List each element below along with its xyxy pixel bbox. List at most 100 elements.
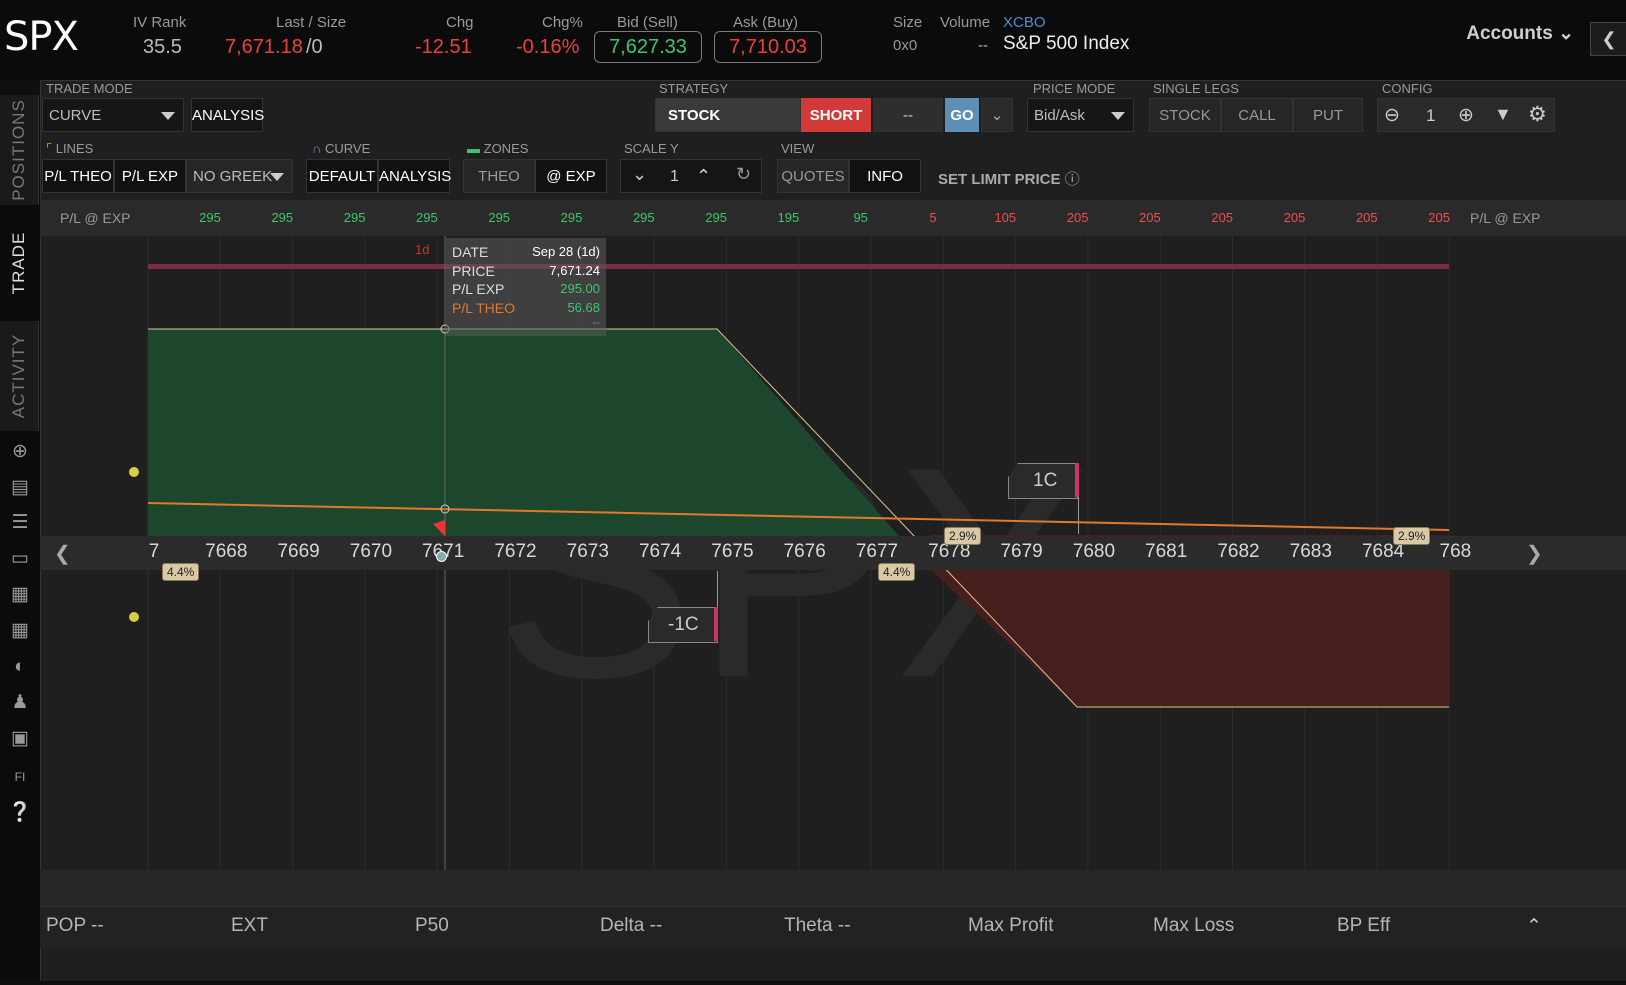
go-button[interactable]: GO <box>945 98 979 132</box>
price-tick: 7672 <box>494 541 537 562</box>
curve-default-button[interactable]: DEFAULT <box>306 159 378 193</box>
cursor-handle[interactable] <box>436 551 447 562</box>
tab-positions[interactable]: POSITIONS <box>0 95 39 205</box>
set-limit-price[interactable]: SET LIMIT PRICE ⓘ <box>938 168 1080 189</box>
scale-up-icon[interactable]: ⌃ <box>696 166 711 187</box>
reset-icon[interactable]: ↻ <box>736 164 751 185</box>
greek-dropdown[interactable]: NO GREEK <box>186 159 293 193</box>
price-axis-row[interactable]: 7766876697670767176727673767476757676767… <box>40 536 1626 570</box>
accounts-menu[interactable]: Accounts ⌄ <box>1466 22 1574 45</box>
chevron-down-icon: ⌄ <box>990 107 1004 124</box>
pl-exp-button[interactable]: P/L EXP <box>114 159 186 193</box>
gauge-icon[interactable]: ◐ <box>8 655 32 679</box>
leg-short-label: -1C <box>668 614 699 635</box>
leg-put-button[interactable]: PUT <box>1293 98 1363 132</box>
config-label: CONFIG <box>1382 81 1433 96</box>
price-tick: 7677 <box>855 541 899 562</box>
delta-stat: Delta -- <box>600 915 663 936</box>
price-tick: 7673 <box>566 541 609 562</box>
lines-label: ⌜ LINES <box>46 141 93 157</box>
tooltip-plexp-label: P/L EXP <box>452 281 505 297</box>
tv-icon[interactable]: ▭ <box>8 547 32 571</box>
analysis-button[interactable]: ANALYSIS <box>191 98 264 132</box>
pl-value: 205 <box>1283 210 1306 225</box>
price-mode-dropdown[interactable]: Bid/Ask <box>1027 98 1134 132</box>
pl-value: 205 <box>1139 210 1161 225</box>
accounts-label: Accounts <box>1466 23 1553 44</box>
chg-label: Chg <box>446 14 474 31</box>
short-button[interactable]: SHORT <box>801 98 871 132</box>
trade-mode-dropdown[interactable]: CURVE <box>42 98 184 132</box>
dashboard-icon[interactable]: ▦ <box>8 619 32 643</box>
zones-theo-button[interactable]: THEO <box>463 159 535 193</box>
pl-row-label-right: P/L @ EXP <box>1470 210 1541 226</box>
ask-button[interactable]: 7,710.03 <box>714 31 822 63</box>
bid-button[interactable]: 7,627.33 <box>594 31 702 63</box>
pl-value: 295 <box>271 210 294 225</box>
price-tick: 7680 <box>1072 541 1116 562</box>
chgpct-label: Chg% <box>542 14 583 31</box>
collapse-button[interactable]: ❮ <box>1590 22 1626 56</box>
gear-icon[interactable]: ⚙ <box>1528 102 1547 127</box>
price-tick: 7670 <box>349 541 393 562</box>
strategy-label: STRATEGY <box>659 81 729 96</box>
pl-theo-button[interactable]: P/L THEO <box>42 159 114 193</box>
fi-icon[interactable]: FI <box>8 765 32 789</box>
theta-stat: Theta -- <box>784 915 851 936</box>
calendar-icon[interactable]: ▣ <box>8 727 32 751</box>
bp-eff-stat: BP Eff <box>1337 915 1391 936</box>
tab-trade[interactable]: TRADE <box>0 209 38 317</box>
chevron-left-icon: ❮ <box>1601 29 1617 49</box>
pl-value: 5 <box>929 210 937 225</box>
scroll-left-icon[interactable]: ❮ <box>54 541 71 566</box>
curve-analysis-button[interactable]: ANALYSIS <box>378 159 451 193</box>
zones-exp-button[interactable]: @ EXP <box>535 159 607 193</box>
greek-value: NO GREEK <box>193 168 273 185</box>
chg-value: -12.51 <box>415 36 472 58</box>
tab-positions-label: POSITIONS <box>9 99 28 201</box>
zoom-in-icon[interactable]: ⊕ <box>1458 104 1474 127</box>
tab-activity-label: ACTIVITY <box>9 333 28 419</box>
filter-icon[interactable]: ▼ <box>1494 104 1512 125</box>
chart-icon[interactable]: ▤ <box>8 476 32 500</box>
leg-stock-button[interactable]: STOCK <box>1149 98 1221 132</box>
pl-exp-row: P/L @ EXP P/L @ EXP 295 295 295 295 295 295 29… <box>40 200 1626 236</box>
people-icon[interactable]: ♟ <box>8 691 32 715</box>
scale-down-icon[interactable]: ⌄ <box>632 164 647 185</box>
zoom-out-icon[interactable]: ⊖ <box>1384 104 1400 127</box>
view-info-button[interactable]: INFO <box>849 159 921 193</box>
quote-header: SPX IV Rank 35.5 Last / Size 7,671.18 /0… <box>0 0 1626 80</box>
expand-up-icon[interactable]: ⌃ <box>1526 915 1542 938</box>
zones-label-text: ZONES <box>483 141 529 156</box>
last-size-label: Last / Size <box>276 14 347 31</box>
day-marker: 1d <box>415 242 430 257</box>
grid-chart-icon[interactable]: ▦ <box>8 583 32 607</box>
profit-zone <box>148 329 898 535</box>
curve-icon: ∩ <box>312 141 322 156</box>
list-icon[interactable]: ☰ <box>8 511 32 535</box>
leg-call-button[interactable]: CALL <box>1221 98 1293 132</box>
pct-badge-right1: 2.9% <box>944 527 982 545</box>
iv-rank-value: 35.5 <box>143 36 182 58</box>
symbol[interactable]: SPX <box>4 14 79 60</box>
view-quotes-button[interactable]: QUOTES <box>777 159 849 193</box>
price-tick: 7 <box>148 541 160 562</box>
pl-value: 295 <box>560 210 583 225</box>
scale-y-label: SCALE Y <box>624 141 679 156</box>
max-profit-stat: Max Profit <box>968 915 1054 936</box>
chart-footer-strip <box>40 870 1626 906</box>
scroll-right-icon[interactable]: ❯ <box>1526 541 1543 566</box>
tooltip-price-label: PRICE <box>452 263 495 279</box>
strategy-qty[interactable]: -- <box>873 98 943 132</box>
tab-activity[interactable]: ACTIVITY <box>0 321 39 431</box>
go-dropdown[interactable]: ⌄ <box>981 98 1013 132</box>
strategy-stock-button[interactable]: STOCK <box>655 98 801 132</box>
crosshair-icon[interactable]: ⊕ <box>8 440 32 464</box>
ext-stat: EXT <box>231 915 268 936</box>
help-icon[interactable]: ❔ <box>8 801 32 825</box>
max-loss-stat: Max Loss <box>1153 915 1235 936</box>
price-mode-value: Bid/Ask <box>1034 107 1085 124</box>
iv-rank-label: IV Rank <box>133 14 187 31</box>
tooltip-pltheo-label: P/L THEO <box>452 300 516 316</box>
pct-badge-left: 4.4% <box>162 563 200 581</box>
